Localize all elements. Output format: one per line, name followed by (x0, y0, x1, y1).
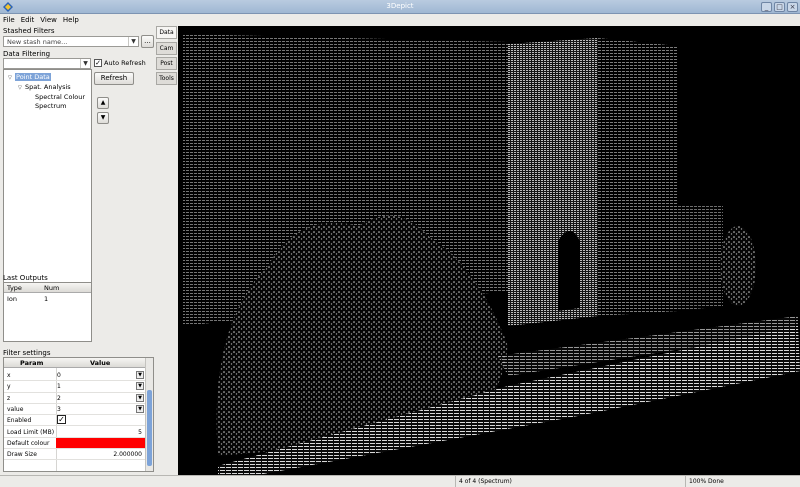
outputs-table[interactable]: Type Num Ion 1 (3, 282, 92, 342)
tree-item-spat-analysis[interactable]: ▽ Spat. Analysis (18, 83, 71, 91)
status-bar: 4 of 4 (Spectrum) 100% Done (0, 475, 800, 487)
setting-row-draw-size[interactable]: Draw Size 2.000000 (4, 449, 146, 461)
setting-row-z[interactable]: z 2 ▼ (4, 393, 146, 404)
stash-more-button[interactable]: ... (141, 35, 154, 48)
chevron-down-icon[interactable]: ▼ (136, 393, 144, 402)
chevron-down-icon[interactable]: ▼ (136, 371, 144, 379)
col-value: Value (90, 359, 111, 367)
data-filtering-heading: Data Filtering (3, 50, 51, 58)
minimize-button[interactable]: _ (761, 2, 772, 12)
maximize-button[interactable]: □ (774, 2, 785, 12)
menu-help[interactable]: Help (60, 14, 82, 24)
enabled-checkbox[interactable]: ✓ (57, 415, 66, 425)
chevron-down-icon[interactable]: ▼ (136, 404, 144, 413)
setting-row-value[interactable]: value 3 ▼ (4, 404, 146, 416)
col-param: Param (20, 359, 44, 367)
setting-row-y[interactable]: y 1 ▼ (4, 381, 146, 393)
setting-row-default-colour[interactable]: Default colour (4, 437, 146, 450)
close-button[interactable]: × (787, 2, 798, 12)
stash-combo[interactable]: New stash name... ▼ (3, 36, 139, 47)
setting-row-x[interactable]: x 0 ▼ (4, 370, 146, 382)
refresh-button[interactable]: Refresh (94, 72, 134, 85)
tree-item-spectrum[interactable]: Spectrum (35, 102, 67, 110)
stash-combo-value: New stash name... (7, 38, 68, 46)
col-type: Type (7, 284, 22, 292)
window-title: 3Depict (386, 2, 414, 10)
auto-refresh-label: Auto Refresh (104, 59, 146, 67)
setting-row-enabled[interactable]: Enabled ✓ (4, 415, 146, 427)
tree-item-spectral-colour[interactable]: Spectral Colour (35, 93, 85, 101)
chevron-down-icon[interactable]: ▼ (80, 59, 90, 68)
menubar: File Edit View Help (0, 14, 800, 26)
window-titlebar[interactable]: 3Depict _ □ × (0, 0, 800, 14)
menu-view[interactable]: View (37, 14, 60, 24)
filter-add-combo[interactable]: ▼ (3, 58, 91, 69)
tree-item-point-data[interactable]: ▽ Point Data (8, 73, 51, 81)
outputs-table-header: Type Num (4, 283, 91, 293)
settings-scrollbar[interactable] (145, 358, 153, 471)
chevron-down-icon[interactable]: ▼ (136, 382, 144, 391)
colour-swatch[interactable] (56, 437, 145, 448)
scrollbar-thumb[interactable] (147, 390, 152, 466)
move-up-button[interactable]: ▲ (97, 97, 109, 109)
menu-edit[interactable]: Edit (18, 14, 38, 24)
col-num: Num (44, 284, 60, 292)
status-done: 100% Done (685, 476, 800, 487)
point-cloud-render[interactable] (178, 26, 800, 475)
expander-icon[interactable]: ▽ (18, 85, 25, 91)
status-progress-text: 4 of 4 (Spectrum) (455, 476, 685, 487)
status-left (0, 476, 455, 487)
filter-tree[interactable]: ▽ Point Data ▽ Spat. Analysis Spectral Col… (3, 69, 92, 293)
expander-icon[interactable]: ▽ (8, 75, 15, 81)
settings-header: Param Value (4, 358, 145, 368)
chevron-down-icon[interactable]: ▼ (128, 37, 138, 46)
last-outputs-heading: Last Outputs (3, 274, 48, 282)
tab-cam[interactable]: Cam (156, 42, 177, 55)
tab-tools[interactable]: Tools (156, 72, 177, 85)
table-row[interactable]: Ion 1 (4, 295, 91, 304)
side-tabs: Data Cam Post Tools (156, 26, 178, 475)
filter-settings-heading: Filter settings (3, 349, 51, 357)
tab-data[interactable]: Data (156, 26, 177, 39)
menu-file[interactable]: File (0, 14, 18, 24)
move-down-button[interactable]: ▼ (97, 112, 109, 124)
setting-row-load-limit[interactable]: Load Limit (MB) 5 (4, 427, 146, 438)
left-panel: Stashed Filters New stash name... ▼ ... … (0, 26, 156, 475)
auto-refresh-checkbox[interactable]: ✓ (94, 59, 102, 67)
filter-settings-grid[interactable]: Param Value x 0 ▼ y 1 ▼ z 2 ▼ value 3 ▼ Enab… (3, 357, 154, 472)
tab-post[interactable]: Post (156, 57, 177, 70)
stash-heading: Stashed Filters (3, 27, 55, 35)
3d-viewport[interactable] (178, 26, 800, 475)
